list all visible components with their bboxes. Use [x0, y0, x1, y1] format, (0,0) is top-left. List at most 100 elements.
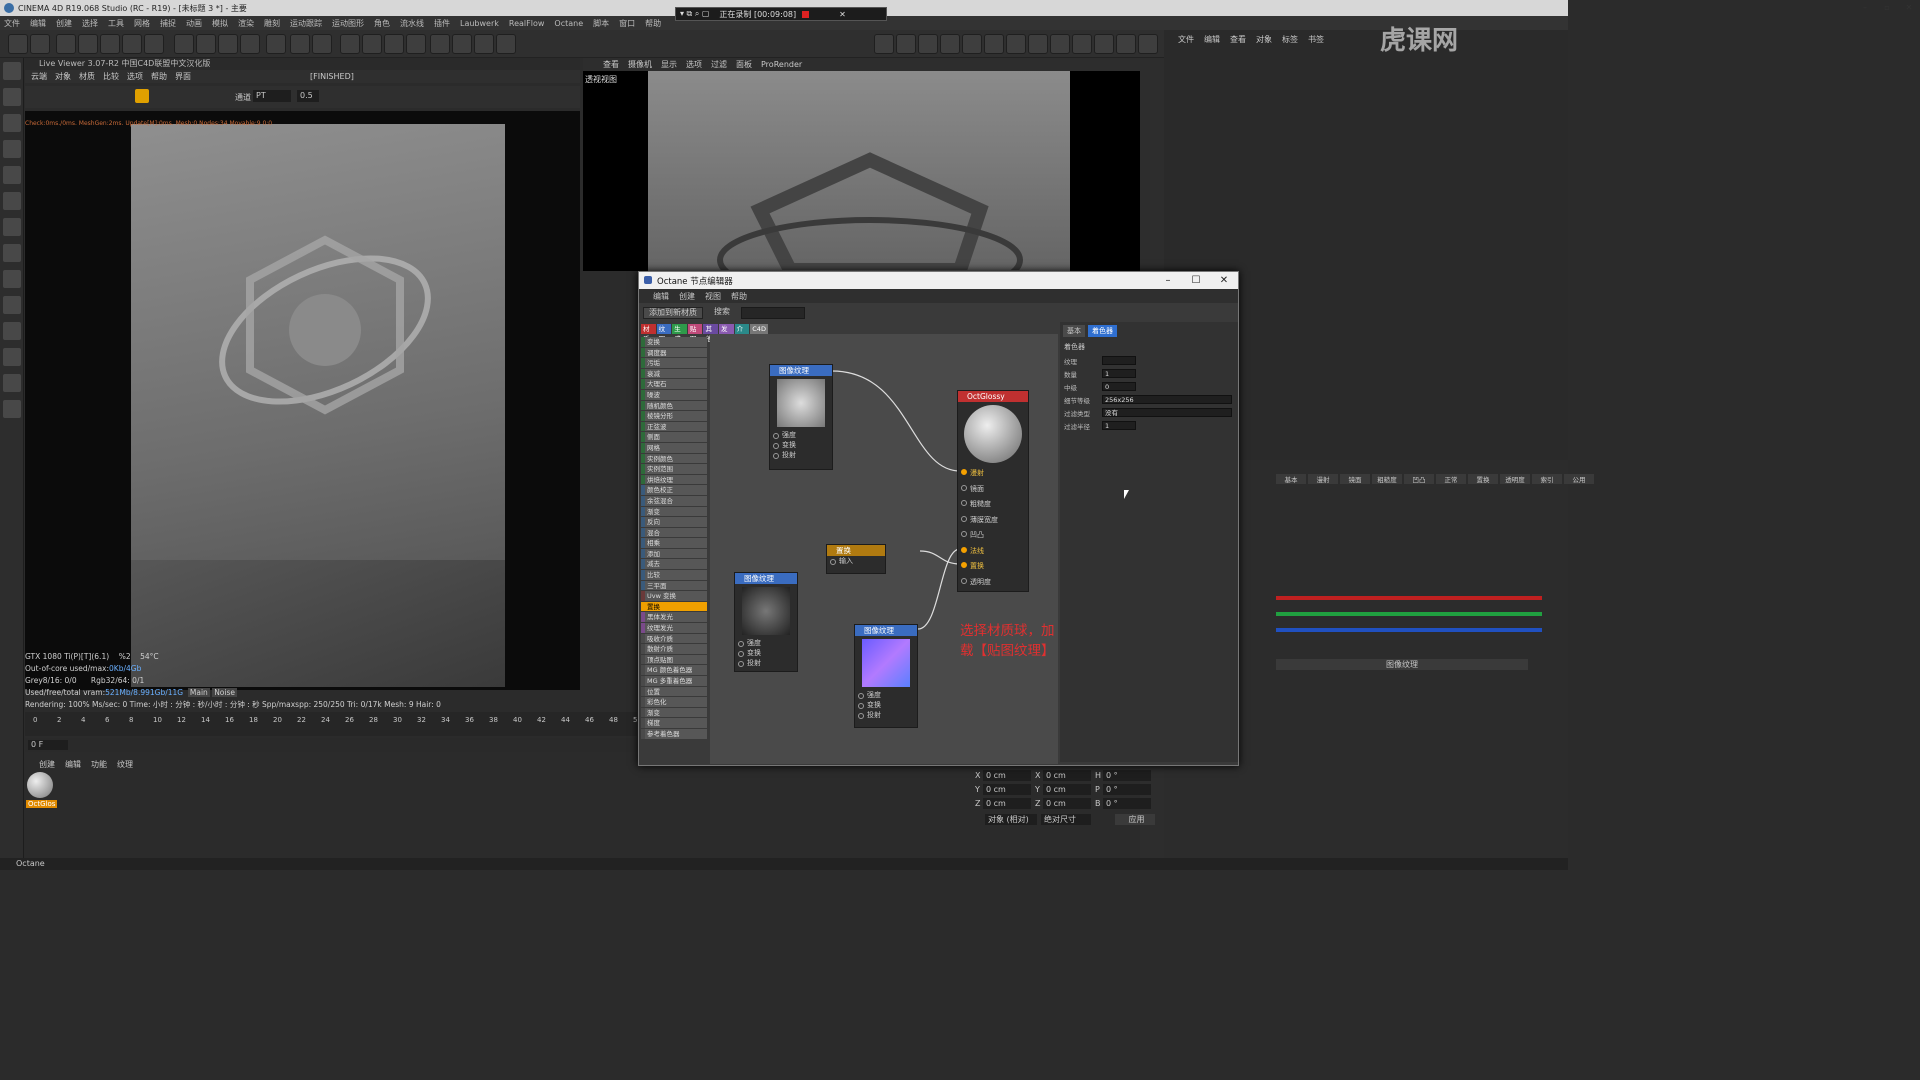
b-rotation-field[interactable]: 0 °: [1103, 797, 1151, 809]
property-value-field[interactable]: 0: [1102, 382, 1136, 391]
category-tag[interactable]: 纹理: [656, 324, 672, 343]
live-viewer-menu-item[interactable]: 选项: [127, 71, 143, 82]
port-power[interactable]: 强度: [735, 638, 797, 648]
tab-basic[interactable]: 基本: [1063, 325, 1085, 337]
toolbar-tool-icon[interactable]: [874, 34, 894, 54]
node-list-item[interactable]: 棱镜分形: [641, 411, 707, 422]
menu-item[interactable]: 创建: [56, 18, 72, 29]
object-menu-item[interactable]: 编辑: [1204, 34, 1220, 46]
node-list-item[interactable]: 污垢: [641, 358, 707, 369]
viewport-menu-item[interactable]: 过滤: [711, 59, 727, 70]
toolbar-tool-icon[interactable]: [196, 34, 216, 54]
object-menu-item[interactable]: 书签: [1308, 34, 1324, 46]
toolbar-tool-icon[interactable]: [290, 34, 310, 54]
toolbar-tool-icon[interactable]: [962, 34, 982, 54]
menu-item[interactable]: 网格: [134, 18, 150, 29]
node-list-item[interactable]: 减去: [641, 559, 707, 571]
viewport-menu-item[interactable]: ProRender: [761, 60, 802, 69]
side-tool-icon[interactable]: [3, 296, 21, 314]
node-list-item[interactable]: 网格: [641, 442, 707, 454]
maximize-button[interactable]: ▫: [1876, 0, 1898, 16]
object-menu-item[interactable]: 查看: [1230, 34, 1246, 46]
side-tool-icon[interactable]: [3, 166, 21, 184]
toolbar-tool-icon[interactable]: [406, 34, 426, 54]
attr-texture-button[interactable]: 图像纹理: [1276, 659, 1528, 670]
port-opacity[interactable]: 透明度: [958, 575, 1028, 591]
p-rotation-field[interactable]: 0 °: [1103, 783, 1151, 795]
toolbar-tool-icon[interactable]: [240, 34, 260, 54]
attribute-tab[interactable]: 凹凸: [1404, 474, 1434, 484]
tab-shader[interactable]: 着色器: [1088, 325, 1117, 337]
menu-item[interactable]: 模拟: [212, 18, 228, 29]
node-list-item[interactable]: 梯度: [641, 718, 707, 729]
y-position-field[interactable]: 0 cm: [983, 783, 1031, 795]
property-value-field[interactable]: [1102, 356, 1136, 365]
toolbar-tool-icon[interactable]: [384, 34, 404, 54]
image-texture-node-3[interactable]: 图像纹理 强度 变换 投射: [854, 624, 918, 728]
node-list-item[interactable]: 位置: [641, 686, 707, 698]
menu-item[interactable]: 工具: [108, 18, 124, 29]
attribute-tab[interactable]: 索引: [1532, 474, 1562, 484]
port-roughness[interactable]: 粗糙度: [958, 497, 1028, 513]
port-specular[interactable]: 镜面: [958, 482, 1028, 498]
menu-item[interactable]: 帮助: [645, 18, 661, 29]
attribute-tab[interactable]: 基本: [1276, 474, 1306, 484]
menu-item[interactable]: 流水线: [400, 18, 424, 29]
node-list-item[interactable]: 比较: [641, 570, 707, 581]
image-texture-node-2[interactable]: 图像纹理 强度 变换 投射: [734, 572, 798, 672]
node-list-item[interactable]: 噪波: [641, 389, 707, 401]
menu-item[interactable]: 插件: [434, 18, 450, 29]
attribute-tab[interactable]: 透明度: [1500, 474, 1530, 484]
menu-item[interactable]: RealFlow: [509, 19, 545, 28]
toolbar-tool-icon[interactable]: [1138, 34, 1158, 54]
category-tag[interactable]: 介质: [734, 324, 750, 343]
port-projection[interactable]: 投射: [770, 450, 832, 460]
node-list-item[interactable]: 大理石: [641, 379, 707, 390]
menu-item[interactable]: 角色: [374, 18, 390, 29]
side-tool-icon[interactable]: [3, 270, 21, 288]
object-menu-item[interactable]: 标签: [1282, 34, 1298, 46]
menu-item[interactable]: 编辑: [30, 18, 46, 29]
node-list-item[interactable]: 变换: [641, 337, 707, 348]
toolbar-tool-icon[interactable]: [144, 34, 164, 54]
category-tag[interactable]: 材质: [641, 324, 656, 343]
port-transform[interactable]: 变换: [855, 700, 917, 710]
dialog-menu-item[interactable]: 视图: [705, 291, 721, 302]
side-tool-icon[interactable]: [3, 88, 21, 106]
coord-mode-select[interactable]: 对象 (相对): [985, 813, 1037, 825]
property-value-field[interactable]: 1: [1102, 369, 1136, 378]
material-menu-item[interactable]: 功能: [91, 759, 107, 770]
menu-item[interactable]: 捕捉: [160, 18, 176, 29]
live-viewer-menu-item[interactable]: 比较: [103, 71, 119, 82]
menu-item[interactable]: 运动图形: [332, 18, 364, 29]
node-list-item[interactable]: 三平面: [641, 580, 707, 592]
port-input[interactable]: 输入: [827, 556, 885, 566]
port-bump[interactable]: 凹凸: [958, 528, 1028, 544]
toolbar-tool-icon[interactable]: [8, 34, 28, 54]
viewport-menu-item[interactable]: 选项: [686, 59, 702, 70]
port-projection[interactable]: 投射: [735, 658, 797, 668]
toolbar-tool-icon[interactable]: [940, 34, 960, 54]
y-size-field[interactable]: 0 cm: [1043, 783, 1091, 795]
toolbar-tool-icon[interactable]: [218, 34, 238, 54]
viewport-menu-item[interactable]: 显示: [661, 59, 677, 70]
add-to-new-material-button[interactable]: 添加到新材质: [643, 307, 703, 319]
current-frame-field[interactable]: 0 F: [28, 740, 68, 750]
side-tool-icon[interactable]: [3, 374, 21, 392]
attribute-tab[interactable]: 正常: [1436, 474, 1466, 484]
material-name[interactable]: OctGlos: [26, 800, 58, 808]
viewport-menu-item[interactable]: 面板: [736, 59, 752, 70]
port-power[interactable]: 强度: [855, 690, 917, 700]
node-list-item[interactable]: 渐变: [641, 707, 707, 719]
dialog-menu-item[interactable]: 编辑: [653, 291, 669, 302]
attribute-tab[interactable]: 粗糙度: [1372, 474, 1402, 484]
record-stop-icon[interactable]: [802, 10, 810, 18]
octglossy-material-node[interactable]: OctGlossy 漫射 镜面 粗糙度 薄膜宽度 凹凸 法线 置换 透明度: [957, 390, 1029, 592]
side-tool-icon[interactable]: [3, 114, 21, 132]
toolbar-tool-icon[interactable]: [1072, 34, 1092, 54]
object-menu-item[interactable]: 文件: [1178, 34, 1194, 46]
menu-item[interactable]: 文件: [4, 18, 20, 29]
live-viewer-menu-item[interactable]: 云端: [31, 71, 47, 82]
port-power[interactable]: 强度: [770, 430, 832, 440]
apply-button[interactable]: 应用: [1115, 813, 1155, 825]
